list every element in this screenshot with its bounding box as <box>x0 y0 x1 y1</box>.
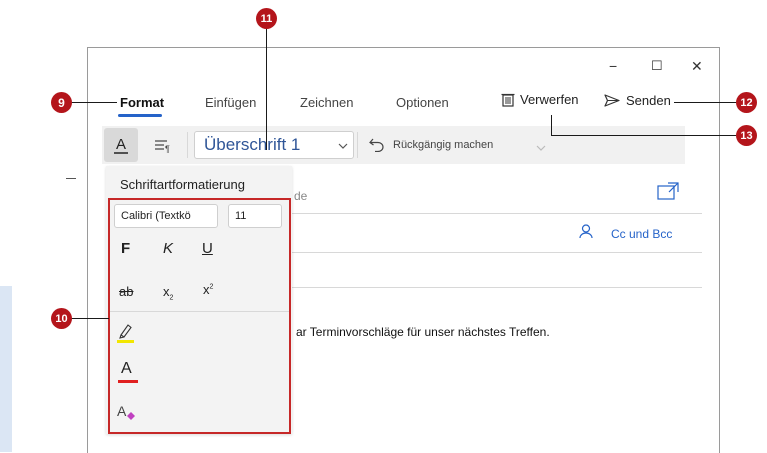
field-divider <box>292 213 702 214</box>
font-formatting-toggle[interactable]: A <box>104 128 138 162</box>
send-icon <box>604 94 620 107</box>
field-divider <box>292 287 702 288</box>
left-blue-panel <box>0 286 12 452</box>
trash-icon <box>501 93 515 107</box>
panel-title: Schriftartformatierung <box>120 177 245 192</box>
ribbon-divider <box>187 132 188 158</box>
to-field-fragment: de <box>294 189 308 203</box>
callout-line-11 <box>266 28 267 150</box>
left-dash <box>66 178 76 179</box>
cc-bcc-link[interactable]: Cc und Bcc <box>611 227 672 241</box>
callout-13: 13 <box>736 125 757 146</box>
callout-12: 12 <box>736 92 757 113</box>
tab-format[interactable]: Format <box>120 95 164 110</box>
discard-button[interactable]: Verwerfen <box>501 92 579 107</box>
callout-box-formatting <box>108 198 291 434</box>
undo-icon <box>369 138 384 152</box>
send-label: Senden <box>626 93 671 108</box>
chevron-down-icon <box>338 143 348 149</box>
active-tab-indicator <box>118 114 162 117</box>
undo-button[interactable]: Rückgängig machen <box>369 137 493 152</box>
chevron-down-icon[interactable] <box>536 145 546 152</box>
callout-line-12 <box>674 102 736 103</box>
close-icon[interactable]: ✕ <box>691 58 703 75</box>
discard-label: Verwerfen <box>520 92 579 107</box>
callout-10: 10 <box>51 308 72 329</box>
callout-line-9 <box>71 102 117 103</box>
style-select[interactable]: Überschrift 1 <box>194 131 354 159</box>
style-select-value: Überschrift 1 <box>204 135 301 154</box>
text-format-icon: A <box>114 136 128 154</box>
tab-zeichnen[interactable]: Zeichnen <box>300 95 353 110</box>
popout-icon[interactable] <box>657 182 679 200</box>
undo-label: Rückgängig machen <box>393 138 494 151</box>
callout-11: 11 <box>256 8 277 29</box>
field-divider <box>292 252 702 253</box>
person-icon[interactable] <box>579 224 593 239</box>
callout-9: 9 <box>51 92 72 113</box>
callout-line-10 <box>71 318 109 319</box>
tab-einfuegen[interactable]: Einfügen <box>205 95 256 110</box>
tab-optionen[interactable]: Optionen <box>396 95 449 110</box>
svg-text:A: A <box>116 136 126 153</box>
mail-body-text: ar Terminvorschläge für unser nächstes T… <box>296 325 550 339</box>
callout-line-13 <box>551 115 552 136</box>
paragraph-icon: ¶ <box>155 140 170 153</box>
callout-line-13b <box>551 135 736 136</box>
ribbon-divider <box>357 132 358 158</box>
paragraph-format-button[interactable]: ¶ <box>150 133 176 159</box>
send-button[interactable]: Senden <box>604 93 671 108</box>
svg-text:¶: ¶ <box>165 144 170 153</box>
minimize-icon[interactable]: − <box>609 58 617 74</box>
maximize-icon[interactable]: ☐ <box>651 58 663 74</box>
